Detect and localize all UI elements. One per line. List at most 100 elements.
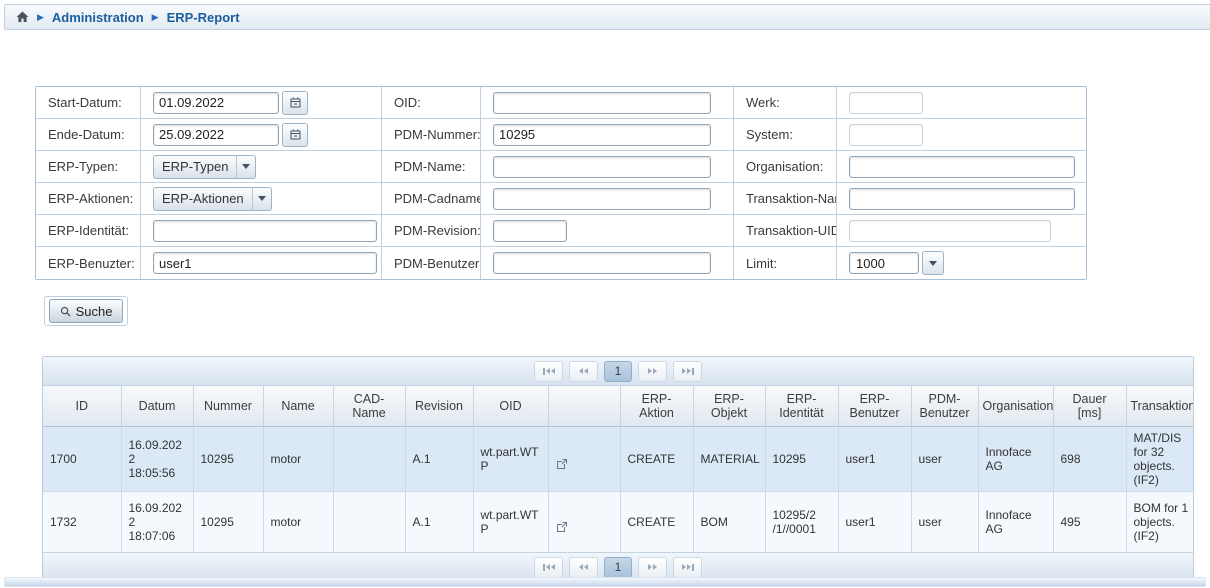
label-erp-typen: ERP-Typen: — [36, 151, 141, 183]
pdm-benutzer-input[interactable] — [493, 252, 711, 274]
prev-page-button[interactable] — [569, 557, 598, 578]
label-erp-aktionen: ERP-Aktionen: — [36, 183, 141, 215]
label-limit: Limit: — [734, 247, 837, 279]
cell-id: 1700 — [43, 426, 121, 491]
search-button[interactable]: Suche — [49, 299, 124, 323]
cell-pdm-benutzer: user — [911, 426, 978, 491]
erp-typen-dropdown-label: ERP-Typen — [154, 156, 236, 178]
transaktion-uid-input[interactable] — [849, 220, 1051, 242]
col-header-nummer: Nummer — [193, 386, 263, 426]
erp-identitaet-input[interactable] — [153, 220, 377, 242]
table-row[interactable]: 1732 16.09.2022 18:07:06 10295 motor A.1… — [43, 491, 1193, 552]
calendar-icon[interactable] — [282, 123, 308, 147]
werk-input[interactable] — [849, 92, 923, 114]
col-header-erp-benutzer: ERP- Benutzer — [838, 386, 911, 426]
field-transaktion-uid — [837, 215, 1086, 247]
col-header-cad-name: CAD- Name — [333, 386, 405, 426]
field-erp-benutzer — [141, 247, 382, 279]
breadcrumb-administration[interactable]: Administration — [52, 10, 144, 25]
cell-dauer: 495 — [1053, 491, 1126, 552]
cell-revision: A.1 — [405, 426, 473, 491]
col-header-id: ID — [43, 386, 121, 426]
pdm-cadname-input[interactable] — [493, 188, 711, 210]
field-oid — [481, 87, 734, 119]
transaktion-name-input[interactable] — [849, 188, 1075, 210]
cell-dauer: 698 — [1053, 426, 1126, 491]
home-icon[interactable] — [16, 11, 29, 23]
oid-input[interactable] — [493, 92, 711, 114]
cell-organisation: Innoface AG — [978, 491, 1053, 552]
col-header-name: Name — [263, 386, 333, 426]
pdm-revision-input[interactable] — [493, 220, 567, 242]
current-page-button[interactable]: 1 — [604, 361, 632, 382]
system-input[interactable] — [849, 124, 923, 146]
prev-page-button[interactable] — [569, 361, 598, 382]
cell-erp-aktion: CREATE — [620, 491, 693, 552]
cell-erp-benutzer: user1 — [838, 491, 911, 552]
col-header-oid: OID — [473, 386, 548, 426]
start-datum-input[interactable] — [153, 92, 279, 114]
cell-transaktion: BOM for 1 objects. (IF2) — [1126, 491, 1193, 552]
results-table-panel: 1 ID Datum Nummer Name CAD- Name Revisio… — [42, 356, 1194, 582]
erp-benutzer-input[interactable] — [153, 252, 377, 274]
label-erp-benutzer: ERP-Benuzter: — [36, 247, 141, 279]
field-start-datum — [141, 87, 382, 119]
cell-cad-name — [333, 491, 405, 552]
cell-nummer: 10295 — [193, 426, 263, 491]
external-link-icon[interactable] — [556, 521, 568, 533]
breadcrumb-erp-report[interactable]: ERP-Report — [167, 10, 240, 25]
cell-link — [548, 426, 620, 491]
breadcrumb: ▶ Administration ▶ ERP-Report — [4, 4, 1210, 30]
cell-datum: 16.09.2022 18:07:06 — [121, 491, 193, 552]
breadcrumb-arrow-icon: ▶ — [152, 13, 159, 22]
pdm-name-input[interactable] — [493, 156, 711, 178]
limit-value[interactable]: 1000 — [849, 252, 919, 274]
erp-aktionen-dropdown-label: ERP-Aktionen — [154, 188, 252, 210]
col-header-erp-objekt: ERP- Objekt — [693, 386, 765, 426]
cell-oid: wt.part.WTP — [473, 426, 548, 491]
footer-bar — [4, 577, 1206, 587]
label-werk: Werk: — [734, 87, 837, 119]
field-pdm-benutzer — [481, 247, 734, 279]
table-row[interactable]: 1700 16.09.2022 18:05:56 10295 motor A.1… — [43, 426, 1193, 491]
field-organisation — [837, 151, 1086, 183]
cell-erp-benutzer: user1 — [838, 426, 911, 491]
col-header-organisation: Organisation — [978, 386, 1053, 426]
label-erp-identitaet: ERP-Identität: — [36, 215, 141, 247]
current-page-button[interactable]: 1 — [604, 557, 632, 578]
label-pdm-nummer: PDM-Nummer: — [382, 119, 481, 151]
cell-erp-objekt: MATERIAL — [693, 426, 765, 491]
label-oid: OID: — [382, 87, 481, 119]
pdm-nummer-input[interactable] — [493, 124, 711, 146]
col-header-revision: Revision — [405, 386, 473, 426]
last-page-button[interactable] — [673, 361, 702, 382]
search-button-label: Suche — [76, 304, 113, 319]
limit-dropdown-arrow[interactable] — [922, 251, 944, 275]
cell-oid: wt.part.WTP — [473, 491, 548, 552]
erp-aktionen-dropdown[interactable]: ERP-Aktionen — [153, 187, 272, 211]
calendar-icon[interactable] — [282, 91, 308, 115]
col-header-datum: Datum — [121, 386, 193, 426]
ende-datum-input[interactable] — [153, 124, 279, 146]
field-limit: 1000 — [837, 247, 1086, 279]
cell-nummer: 10295 — [193, 491, 263, 552]
cell-transaktion: MAT/DIS for 32 objects. (IF2) — [1126, 426, 1193, 491]
field-pdm-revision — [481, 215, 734, 247]
label-transaktion-name: Transaktion-Name: — [734, 183, 837, 215]
first-page-button[interactable] — [534, 361, 563, 382]
label-organisation: Organisation: — [734, 151, 837, 183]
col-header-dauer: Dauer [ms] — [1053, 386, 1126, 426]
chevron-down-icon — [252, 188, 271, 210]
external-link-icon[interactable] — [556, 458, 568, 470]
next-page-button[interactable] — [638, 557, 667, 578]
cell-erp-identitaet: 10295/2 /1//0001 — [765, 491, 838, 552]
field-erp-identitaet — [141, 215, 382, 247]
erp-typen-dropdown[interactable]: ERP-Typen — [153, 155, 256, 179]
next-page-button[interactable] — [638, 361, 667, 382]
label-transaktion-uid: Transaktion-UID: — [734, 215, 837, 247]
first-page-button[interactable] — [534, 557, 563, 578]
last-page-button[interactable] — [673, 557, 702, 578]
search-icon — [60, 306, 71, 317]
organisation-input[interactable] — [849, 156, 1075, 178]
col-header-pdm-benutzer: PDM- Benutzer — [911, 386, 978, 426]
